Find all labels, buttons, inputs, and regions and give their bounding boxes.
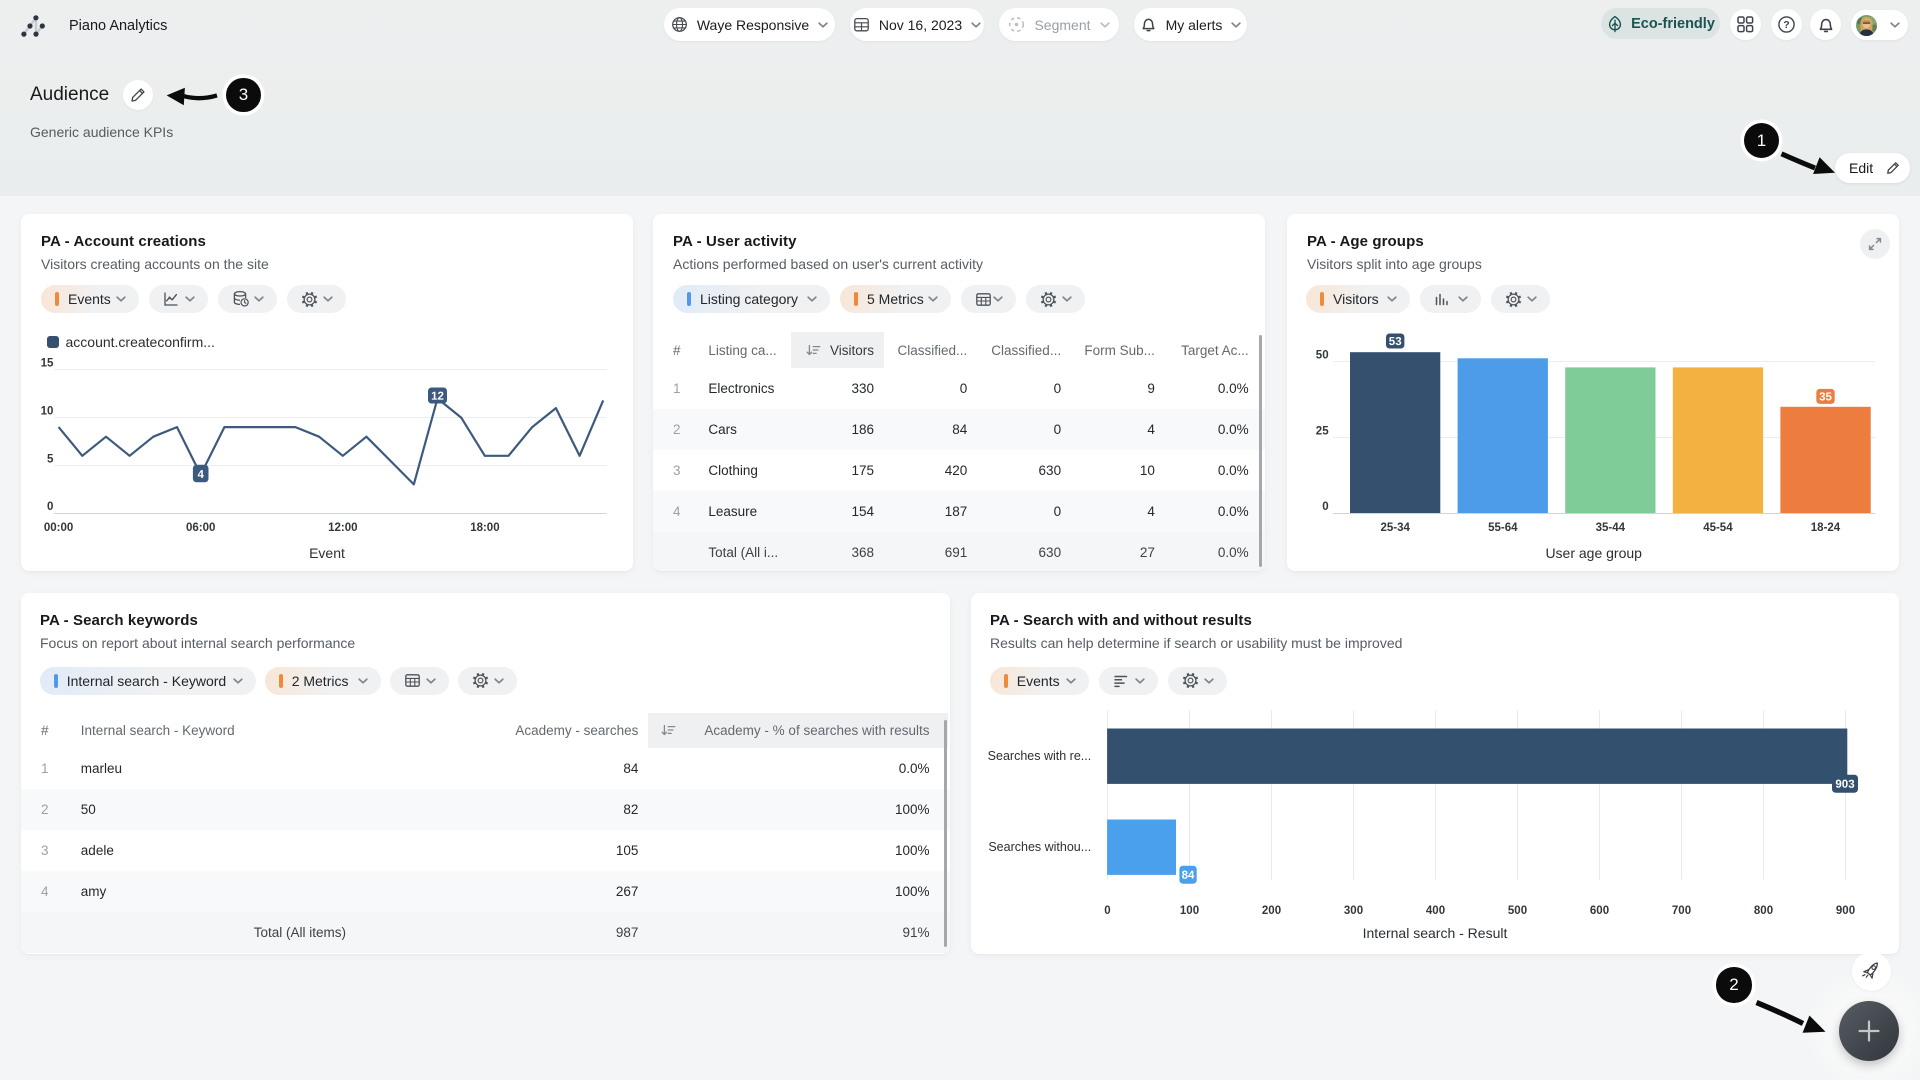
svg-text:25-34: 25-34 [1380,522,1410,534]
svg-text:300: 300 [1344,905,1363,917]
svg-text:100: 100 [1180,905,1199,917]
svg-text:600: 600 [1590,905,1609,917]
svg-text:10: 10 [41,406,54,418]
svg-text:5: 5 [47,454,54,466]
svg-text:06:00: 06:00 [186,522,215,534]
svg-text:Searches with re...: Searches with re... [988,749,1092,763]
svg-text:18:00: 18:00 [470,522,499,534]
svg-text:700: 700 [1672,905,1691,917]
svg-text:12: 12 [431,391,444,403]
svg-text:50: 50 [1316,350,1329,362]
svg-text:800: 800 [1754,905,1773,917]
svg-text:25: 25 [1316,426,1329,438]
svg-text:903: 903 [1835,779,1854,791]
svg-text:15: 15 [41,358,54,370]
svg-text:200: 200 [1262,905,1281,917]
svg-text:Internal search - Result: Internal search - Result [1363,925,1508,941]
svg-text:Event: Event [309,545,345,561]
svg-text:45-54: 45-54 [1703,522,1733,534]
svg-text:0: 0 [1104,905,1110,917]
svg-text:84: 84 [1182,870,1195,882]
svg-text:55-64: 55-64 [1488,522,1518,534]
svg-text:00:00: 00:00 [44,522,73,534]
svg-text:12:00: 12:00 [328,522,357,534]
svg-text:0: 0 [1322,501,1328,513]
svg-text:4: 4 [197,469,204,481]
svg-text:User age group: User age group [1545,545,1642,561]
svg-text:?: ? [1783,19,1789,31]
svg-text:900: 900 [1836,905,1855,917]
svg-text:53: 53 [1389,336,1402,348]
svg-text:400: 400 [1426,905,1445,917]
svg-text:500: 500 [1508,905,1527,917]
svg-text:18-24: 18-24 [1811,522,1841,534]
svg-text:35: 35 [1819,391,1832,403]
svg-text:Searches withou...: Searches withou... [988,840,1091,854]
svg-text:35-44: 35-44 [1596,522,1626,534]
svg-text:0: 0 [47,501,53,513]
